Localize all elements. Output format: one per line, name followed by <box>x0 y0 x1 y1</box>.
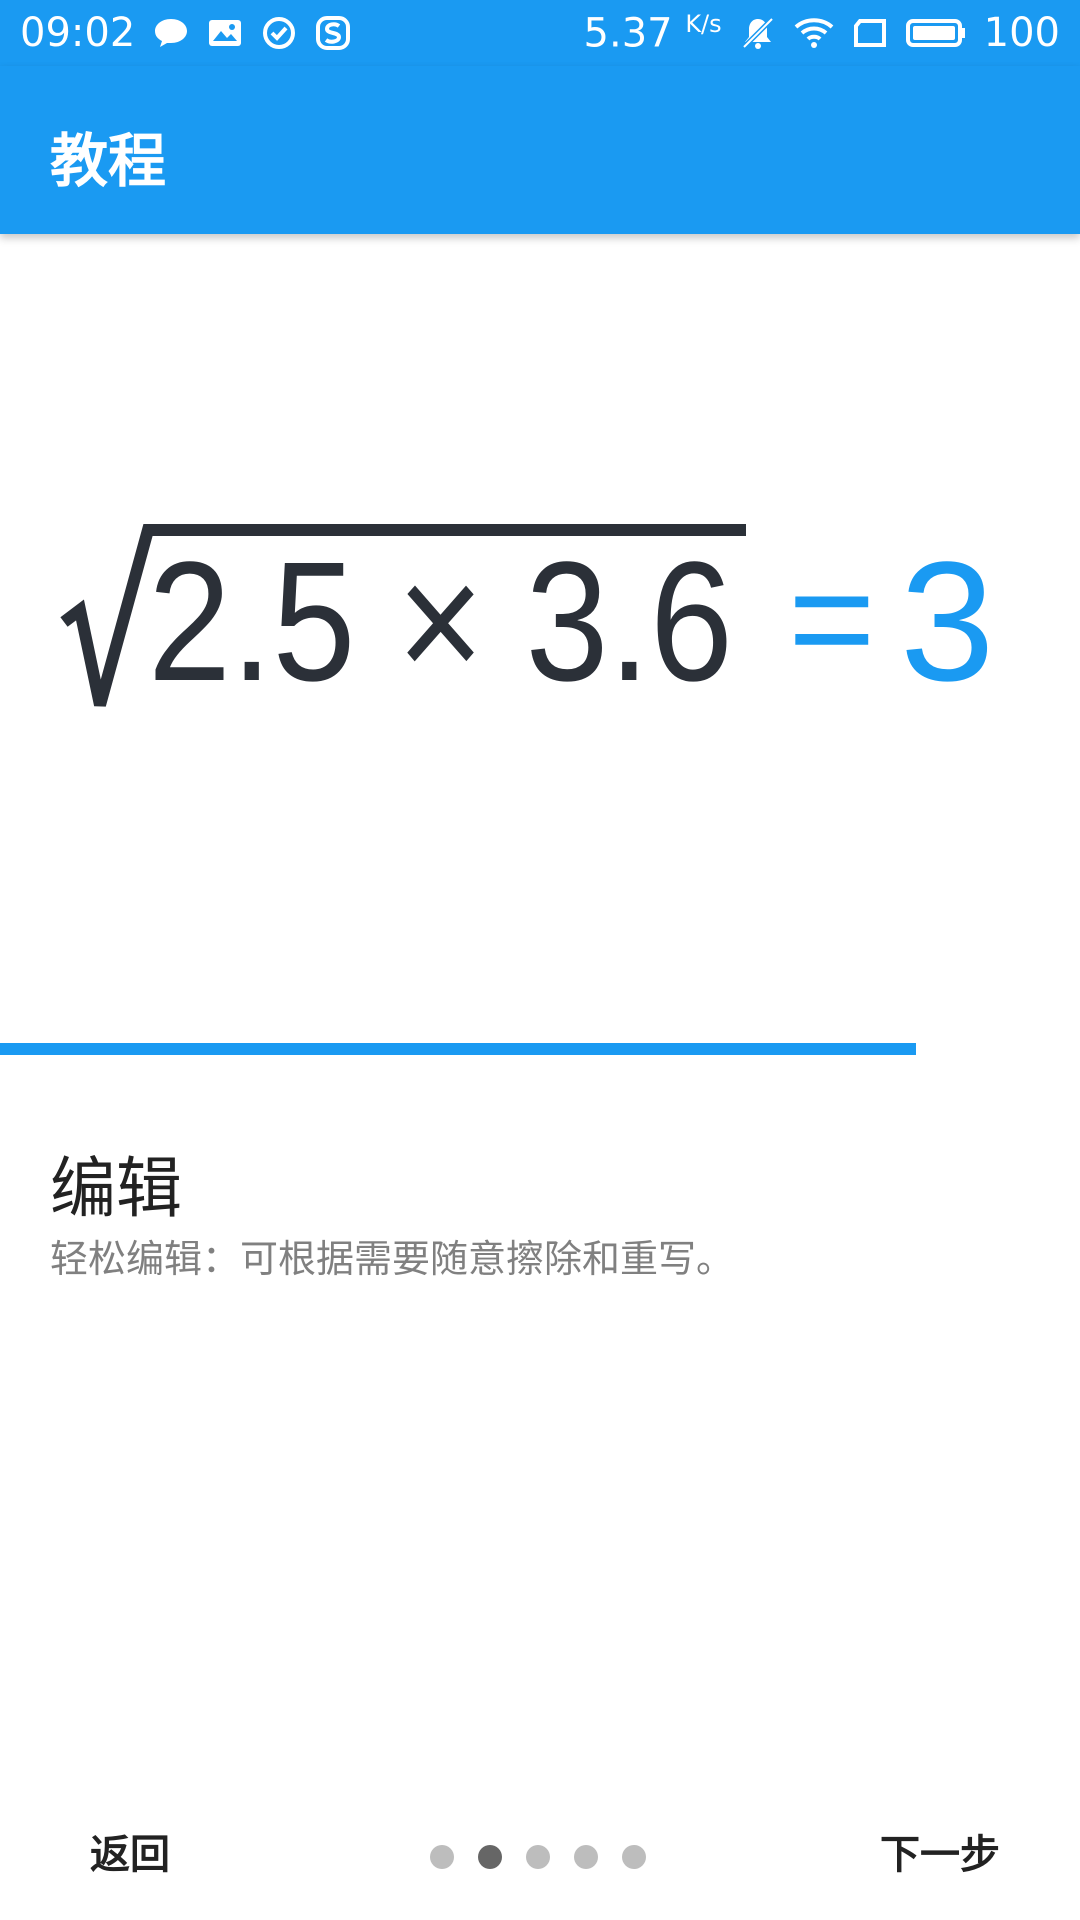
page-indicator <box>430 1845 646 1869</box>
page-dot-5 <box>622 1845 646 1869</box>
network-speed-unit: K/s <box>685 9 722 38</box>
equals-sign: = <box>788 534 876 702</box>
next-button[interactable]: 下一步 <box>860 1812 1020 1890</box>
bottom-navigation: 返回 下一步 <box>0 1790 1080 1900</box>
status-bar: 09:02 5.37 K/s 100 <box>0 0 1080 66</box>
chat-bubble-icon <box>153 16 189 50</box>
section-heading: 编辑 <box>50 1150 182 1227</box>
app-bar: 教程 <box>0 66 1080 234</box>
image-icon <box>207 17 243 49</box>
page-dot-1 <box>430 1845 454 1869</box>
status-time: 09:02 <box>20 10 136 56</box>
battery-percent: 100 <box>983 10 1060 56</box>
back-button[interactable]: 返回 <box>70 1812 190 1890</box>
section-description: 轻松编辑：可根据需要随意擦除和重写。 <box>50 1237 735 1281</box>
sogou-icon <box>315 15 351 51</box>
bell-off-icon <box>740 15 776 51</box>
wifi-icon <box>794 16 834 50</box>
progress-fill <box>0 1043 916 1055</box>
page-dot-2 <box>478 1845 502 1869</box>
result-value: 3 <box>900 527 995 717</box>
status-right: 5.37 K/s 100 <box>584 8 1060 58</box>
page-dot-4 <box>574 1845 598 1869</box>
math-illustration: 2.5 × 3.6 = 3 <box>0 500 1080 740</box>
page-title: 教程 <box>50 127 167 195</box>
progress-bar <box>0 1043 1080 1055</box>
battery-icon <box>905 18 966 48</box>
page-dot-3 <box>526 1845 550 1869</box>
equation-graphic: 2.5 × 3.6 = 3 <box>60 524 995 717</box>
network-speed: 5.37 K/s <box>584 10 722 56</box>
status-left: 09:02 <box>20 8 351 58</box>
sim-card-icon <box>852 18 888 48</box>
radicand-expression: 2.5 × 3.6 <box>148 527 733 717</box>
network-speed-value: 5.37 <box>583 10 673 57</box>
check-circle-icon <box>261 15 297 51</box>
